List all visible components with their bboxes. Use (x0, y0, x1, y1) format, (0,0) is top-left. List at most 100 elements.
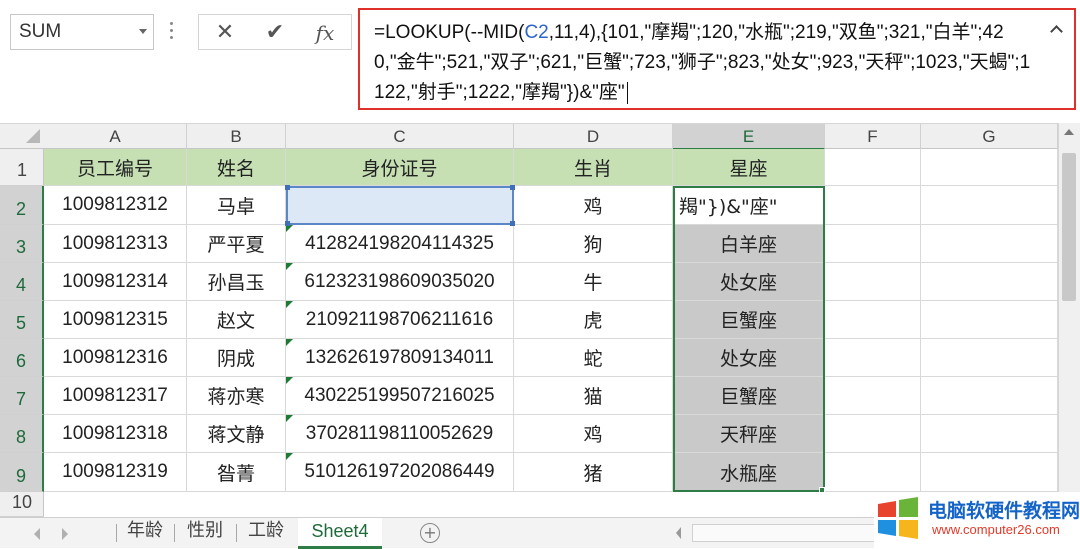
enter-icon[interactable]: ✔ (257, 18, 293, 48)
cell-g9[interactable] (921, 453, 1058, 492)
cell-f6[interactable] (825, 339, 921, 377)
cell-b7[interactable]: 蒋亦寒 (187, 377, 286, 415)
cell-a2[interactable]: 1009812312 (44, 186, 187, 225)
cell-a6[interactable]: 1009812316 (44, 339, 187, 377)
watermark-url: www.computer26.com (932, 522, 1060, 537)
row-header-6[interactable]: 6 (0, 339, 44, 377)
cell-c4[interactable]: 612323198609035020 (286, 263, 514, 301)
column-header-e[interactable]: E (673, 124, 825, 150)
row-header-4[interactable]: 4 (0, 263, 44, 301)
cell-b5[interactable]: 赵文 (187, 301, 286, 339)
cell-c3[interactable]: 412824198204114325 (286, 225, 514, 263)
vertical-scrollbar[interactable] (1058, 123, 1080, 517)
cell-g3[interactable] (921, 225, 1058, 263)
column-header-c[interactable]: C (286, 124, 514, 150)
header-cell-d[interactable]: 生肖 (514, 149, 673, 186)
cell-f4[interactable] (825, 263, 921, 301)
cell-d3[interactable]: 狗 (514, 225, 673, 263)
tab-xingbie[interactable]: 性别 (180, 518, 230, 546)
header-cell-a[interactable]: 员工编号 (44, 149, 187, 186)
tab-gongling[interactable]: 工龄 (240, 518, 292, 546)
tab-nianling[interactable]: 年龄 (120, 518, 170, 546)
cell-b6[interactable]: 阴成 (187, 339, 286, 377)
row-header-5[interactable]: 5 (0, 301, 44, 339)
cell-b3[interactable]: 严平夏 (187, 225, 286, 263)
cell-g8[interactable] (921, 415, 1058, 453)
collapse-formula-bar-icon[interactable] (1050, 22, 1064, 36)
watermark-title: 电脑软硬件教程网 (928, 500, 1080, 522)
cell-d4[interactable]: 牛 (514, 263, 673, 301)
header-cell-c[interactable]: 身份证号 (286, 149, 514, 186)
header-cell-e[interactable]: 星座 (673, 149, 825, 186)
cell-f5[interactable] (825, 301, 921, 339)
formula-text[interactable]: =LOOKUP(--MID(C2,11,4),{101,"摩羯";120,"水瓶… (374, 18, 1039, 108)
next-sheet-icon[interactable] (62, 528, 68, 540)
cell-d9[interactable]: 猪 (514, 453, 673, 492)
cell-text: 1009812314 (62, 270, 168, 292)
row-header-8[interactable]: 8 (0, 415, 44, 453)
tab-sheet4[interactable]: Sheet4 (298, 518, 382, 549)
cell-f8[interactable] (825, 415, 921, 453)
cell-g1[interactable] (921, 149, 1058, 186)
worksheet-grid[interactable]: 员工编号姓名身份证号生肖星座1009812312马卓61042519930608… (44, 149, 1080, 517)
cell-a9[interactable]: 1009812319 (44, 453, 187, 492)
cell-text: 孙昌玉 (207, 272, 265, 294)
select-all-corner[interactable] (26, 129, 40, 143)
column-header-f[interactable]: F (825, 124, 921, 150)
cell-g2[interactable] (921, 186, 1058, 225)
cell-text: 严平夏 (207, 234, 265, 256)
cell-f1[interactable] (825, 149, 921, 186)
cell-f7[interactable] (825, 377, 921, 415)
cell-b2[interactable]: 马卓 (187, 186, 286, 225)
cell-b4[interactable]: 孙昌玉 (187, 263, 286, 301)
insert-function-icon[interactable]: fx (307, 18, 343, 48)
formula-input[interactable]: =LOOKUP(--MID(C2,11,4),{101,"摩羯";120,"水瓶… (358, 8, 1076, 110)
scroll-left-icon[interactable] (676, 527, 681, 539)
cell-f3[interactable] (825, 225, 921, 263)
cell-b9[interactable]: 昝菁 (187, 453, 286, 492)
cell-g6[interactable] (921, 339, 1058, 377)
cell-c7[interactable]: 430225199507216025 (286, 377, 514, 415)
cell-g7[interactable] (921, 377, 1058, 415)
row-header-1[interactable]: 1 (0, 149, 44, 186)
scrollbar-thumb[interactable] (1062, 153, 1076, 301)
cell-d6[interactable]: 蛇 (514, 339, 673, 377)
cell-g5[interactable] (921, 301, 1058, 339)
cell-a8[interactable]: 1009812318 (44, 415, 187, 453)
row-header-10[interactable]: 10 (0, 492, 44, 517)
cell-c8[interactable]: 370281198110052629 (286, 415, 514, 453)
column-header-b[interactable]: B (187, 124, 286, 150)
formula-buttons: ✕ ✔ fx (198, 14, 352, 50)
column-header-g[interactable]: G (921, 124, 1058, 150)
drag-handle-icon[interactable] (170, 22, 174, 42)
cell-c5[interactable]: 210921198706211616 (286, 301, 514, 339)
row-header-2[interactable]: 2 (0, 186, 44, 225)
cell-f2[interactable] (825, 186, 921, 225)
cell-a3[interactable]: 1009812313 (44, 225, 187, 263)
cell-d7[interactable]: 猫 (514, 377, 673, 415)
cell-d5[interactable]: 虎 (514, 301, 673, 339)
row-header-9[interactable]: 9 (0, 453, 44, 492)
cell-f9[interactable] (825, 453, 921, 492)
cell-a5[interactable]: 1009812315 (44, 301, 187, 339)
scroll-up-icon[interactable] (1064, 129, 1074, 135)
column-header-d[interactable]: D (514, 124, 673, 150)
cell-d2[interactable]: 鸡 (514, 186, 673, 225)
cell-d8[interactable]: 鸡 (514, 415, 673, 453)
prev-sheet-icon[interactable] (34, 528, 40, 540)
add-sheet-icon[interactable]: + (420, 523, 440, 543)
name-box[interactable]: SUM (10, 14, 154, 50)
cancel-icon[interactable]: ✕ (207, 18, 243, 48)
cell-b8[interactable]: 蒋文静 (187, 415, 286, 453)
cell-a4[interactable]: 1009812314 (44, 263, 187, 301)
cell-g4[interactable] (921, 263, 1058, 301)
cell-a7[interactable]: 1009812317 (44, 377, 187, 415)
header-cell-b[interactable]: 姓名 (187, 149, 286, 186)
cell-c6[interactable]: 132626197809134011 (286, 339, 514, 377)
row-header-7[interactable]: 7 (0, 377, 44, 415)
row-header-3[interactable]: 3 (0, 225, 44, 263)
name-box-dropdown-icon[interactable] (139, 29, 147, 34)
column-header-a[interactable]: A (44, 124, 187, 150)
cell-c9[interactable]: 510126197202086449 (286, 453, 514, 492)
fill-handle[interactable] (819, 487, 825, 493)
